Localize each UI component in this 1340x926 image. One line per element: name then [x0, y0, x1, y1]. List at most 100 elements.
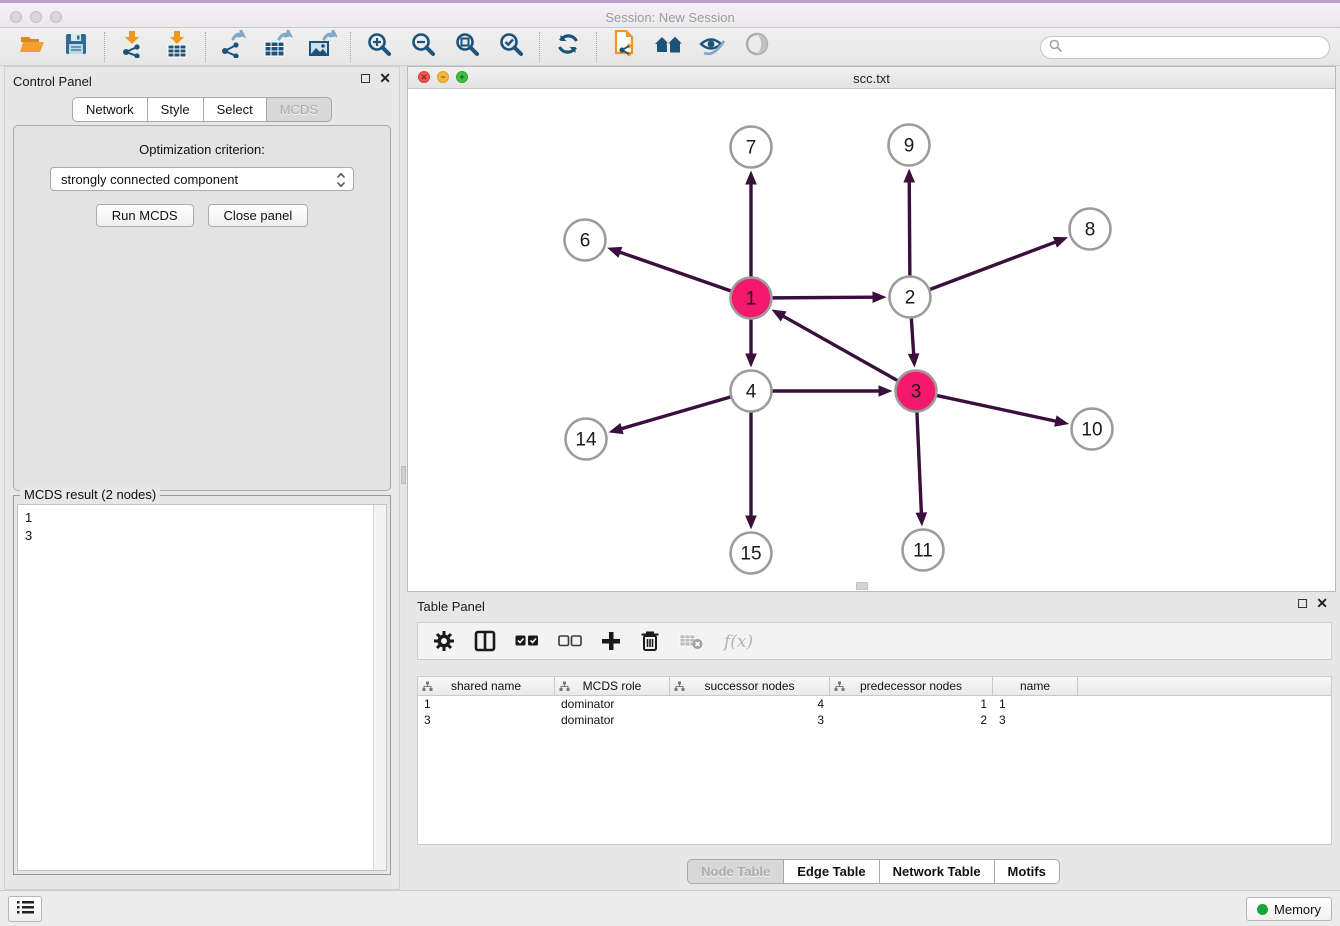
- edge-arrowhead: [872, 291, 886, 303]
- edge-arrowhead: [916, 512, 928, 526]
- main-toolbar: [0, 28, 1340, 66]
- edge-3-1[interactable]: [782, 315, 897, 380]
- criterion-dropdown[interactable]: strongly connected component: [50, 167, 354, 191]
- cell-shared-name[interactable]: 3: [418, 712, 555, 728]
- column-header-shared-name[interactable]: shared name: [418, 677, 555, 695]
- tab-mcds[interactable]: MCDS: [267, 97, 332, 122]
- edge-1-2[interactable]: [772, 297, 874, 298]
- hierarchy-icon: [422, 681, 433, 695]
- duplicate-network-icon: [612, 30, 638, 63]
- float-panel-icon[interactable]: [361, 74, 370, 83]
- open-file-button[interactable]: [10, 31, 54, 63]
- export-network-button[interactable]: [212, 31, 256, 63]
- network-view-window: × − + scc.txt 7968124314101511: [407, 66, 1336, 592]
- add-column-button[interactable]: [601, 631, 621, 651]
- cell-successor-nodes[interactable]: 4: [670, 696, 830, 712]
- graph-node-label: 15: [740, 544, 761, 565]
- edge-3-10[interactable]: [937, 396, 1057, 422]
- show-panels-button[interactable]: [8, 896, 42, 922]
- duplicate-network-button[interactable]: [603, 31, 647, 63]
- import-network-button[interactable]: [111, 31, 155, 63]
- save-session-button[interactable]: [54, 31, 98, 63]
- network-window-title: scc.txt: [408, 71, 1335, 86]
- toolbar-separator: [596, 32, 597, 62]
- edge-2-9[interactable]: [909, 180, 910, 275]
- gear-button[interactable]: [433, 630, 455, 652]
- import-table-icon: [164, 30, 190, 63]
- edge-3-11[interactable]: [917, 412, 921, 514]
- tab-select[interactable]: Select: [204, 97, 267, 122]
- export-table-button[interactable]: [256, 31, 300, 63]
- edge-4-14[interactable]: [620, 397, 730, 429]
- result-scrollbar[interactable]: [373, 505, 386, 870]
- cell-name[interactable]: 3: [993, 712, 1078, 728]
- search-input[interactable]: [1066, 39, 1329, 57]
- network-canvas[interactable]: 7968124314101511: [408, 89, 1335, 591]
- close-table-panel-icon[interactable]: ✕: [1316, 598, 1328, 608]
- cell-MCDS-role[interactable]: dominator: [555, 712, 670, 728]
- graph-node-label: 6: [580, 231, 591, 252]
- refresh-button[interactable]: [546, 31, 590, 63]
- home-button[interactable]: [647, 31, 691, 63]
- float-table-panel-icon[interactable]: [1298, 599, 1307, 608]
- vertical-splitter[interactable]: [401, 66, 406, 890]
- canvas-resize-handle[interactable]: [856, 582, 868, 590]
- cell-predecessor-nodes[interactable]: 1: [830, 696, 993, 712]
- column-header-MCDS-role[interactable]: MCDS role: [555, 677, 670, 695]
- columns-button[interactable]: [474, 630, 496, 652]
- toolbar-separator: [104, 32, 105, 62]
- column-header-successor-nodes[interactable]: successor nodes: [670, 677, 830, 695]
- lens-disabled-button[interactable]: [735, 31, 779, 63]
- cell-shared-name[interactable]: 1: [418, 696, 555, 712]
- zoom-fit-button[interactable]: [445, 31, 489, 63]
- edge-1-6[interactable]: [619, 252, 731, 291]
- search-box[interactable]: [1040, 36, 1330, 59]
- memory-label: Memory: [1274, 902, 1321, 917]
- export-image-button[interactable]: [300, 31, 344, 63]
- app-titlebar: Session: New Session: [0, 0, 1340, 28]
- splitter-handle[interactable]: [401, 466, 406, 484]
- cell-successor-nodes[interactable]: 3: [670, 712, 830, 728]
- tab-node-table[interactable]: Node Table: [687, 859, 784, 884]
- tab-edge-table[interactable]: Edge Table: [784, 859, 879, 884]
- cell-name[interactable]: 1: [993, 696, 1078, 712]
- tab-style[interactable]: Style: [148, 97, 204, 122]
- zoom-out-button[interactable]: [401, 31, 445, 63]
- edge-2-8[interactable]: [930, 242, 1057, 290]
- select-all-checks-button[interactable]: [515, 634, 539, 648]
- column-header-name[interactable]: name: [993, 677, 1078, 695]
- tab-network[interactable]: Network: [72, 97, 148, 122]
- mcds-result-list[interactable]: 13: [17, 504, 387, 871]
- edge-2-3[interactable]: [911, 318, 913, 355]
- node-table[interactable]: shared nameMCDS rolesuccessor nodesprede…: [417, 676, 1332, 845]
- tab-motifs[interactable]: Motifs: [995, 859, 1060, 884]
- zoom-in-button[interactable]: [357, 31, 401, 63]
- memory-button[interactable]: Memory: [1246, 897, 1332, 921]
- graph-node-label: 7: [746, 138, 757, 159]
- refresh-icon: [555, 31, 581, 62]
- table-row[interactable]: 3dominator323: [418, 712, 1331, 728]
- run-mcds-button[interactable]: Run MCDS: [96, 204, 194, 227]
- zoom-selected-button[interactable]: [489, 31, 533, 63]
- export-network-icon: [220, 30, 248, 63]
- close-panel-icon[interactable]: ✕: [379, 73, 391, 83]
- close-panel-button[interactable]: Close panel: [208, 204, 309, 227]
- deselect-all-checks-button[interactable]: [558, 634, 582, 648]
- table-row[interactable]: 1dominator411: [418, 696, 1331, 712]
- search-icon: [1049, 39, 1062, 57]
- cell-MCDS-role[interactable]: dominator: [555, 696, 670, 712]
- hierarchy-icon: [674, 681, 685, 695]
- app-title: Session: New Session: [0, 10, 1340, 25]
- graph-node-label: 8: [1085, 220, 1096, 241]
- table-panel-tabs: Node TableEdge TableNetwork TableMotifs: [407, 859, 1340, 884]
- import-table-button[interactable]: [155, 31, 199, 63]
- delete-column-button[interactable]: [640, 630, 660, 652]
- column-header-predecessor-nodes[interactable]: predecessor nodes: [830, 677, 993, 695]
- cell-predecessor-nodes[interactable]: 2: [830, 712, 993, 728]
- graph-node-label: 14: [575, 430, 597, 451]
- tab-network-table[interactable]: Network Table: [880, 859, 995, 884]
- hide-eye-button[interactable]: [691, 31, 735, 63]
- zoom-out-icon: [410, 31, 437, 63]
- control-panel: Control Panel ✕ NetworkStyleSelectMCDS O…: [4, 66, 400, 890]
- status-bar: Memory: [0, 890, 1340, 926]
